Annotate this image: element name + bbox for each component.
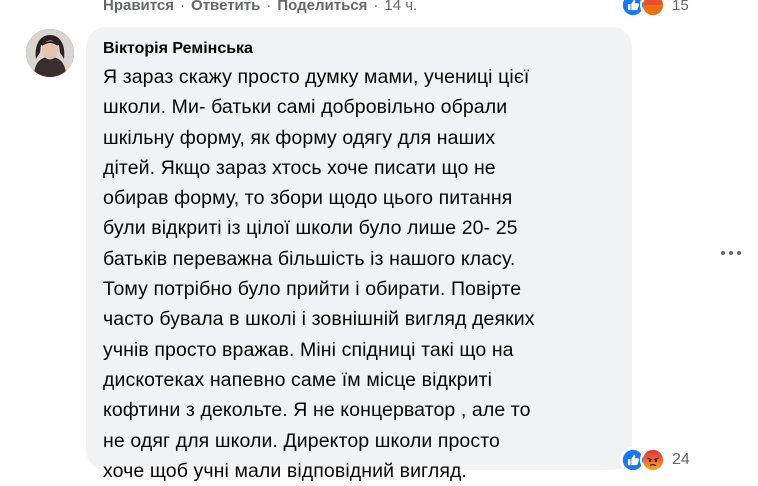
previous-comment-reactions[interactable]: 15 [620, 0, 689, 18]
more-options-button[interactable] [716, 243, 746, 263]
comment-line: батьків переважна більшість із нашого кл… [103, 247, 516, 270]
reaction-count: 15 [672, 0, 689, 14]
previous-comment-actions: Нравится · Ответить · Поделиться · 14 ч. [103, 0, 417, 16]
separator: · [373, 0, 379, 14]
reaction-count: 24 [672, 451, 690, 468]
comment-reactions[interactable]: 24 [620, 446, 690, 474]
comment-line: Я зараз скажу просто думку мами, учениці… [103, 66, 530, 88]
comment-author[interactable]: Вікторія Ремінська [103, 40, 253, 58]
like-link[interactable]: Нравится [103, 0, 174, 14]
avatar[interactable] [26, 29, 74, 77]
comment-line: кофтини з декольте. Я не концерватор , а… [103, 399, 531, 422]
comment-line: дискотеках напевно саме їм місце відкрит… [103, 368, 493, 391]
comment-line: були відкриті із цілої школи було лише 2… [103, 217, 518, 240]
comment-line: часто бувала в школі і зовнішній вигляд … [103, 308, 535, 331]
angry-icon [640, 0, 666, 18]
separator: · [180, 0, 186, 14]
comment-line: учнів просто вражав. Міні спідниці такі … [103, 338, 514, 361]
share-link[interactable]: Поделиться [277, 0, 367, 14]
comment-line: школи. Ми- батьки самі добровільно обрал… [103, 96, 508, 119]
angry-icon [640, 447, 666, 473]
reply-link[interactable]: Ответить [191, 0, 260, 14]
dot [729, 251, 733, 255]
comment-line: не одяг для школи. Директор школи просто [103, 429, 500, 452]
comment-line: хоче щоб учні мали відповідний вигляд. [103, 459, 467, 482]
dot [737, 251, 741, 255]
dot [721, 251, 725, 255]
comment-line: шкільну форму, як форму одягу для наших [103, 126, 496, 149]
comment-line: дітей. Якщо зараз хтось хоче писати що н… [103, 156, 496, 179]
separator: · [266, 0, 272, 14]
timestamp[interactable]: 14 ч. [384, 0, 417, 14]
comment-text: Я зараз скажу просто думку мами, учениці… [103, 62, 618, 486]
comment-line: обирав форму, то збори щодо цього питанн… [103, 187, 513, 210]
comment-line: Тому потрібно було прийти і обирати. Пов… [103, 278, 522, 301]
avatar-image [26, 29, 74, 77]
